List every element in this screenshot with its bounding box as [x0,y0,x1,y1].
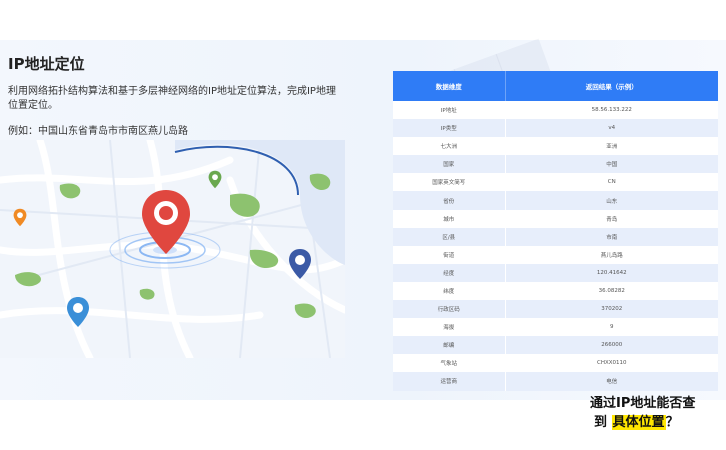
page-title: IP地址定位 [8,55,85,73]
table-row: 区/县 市南 [393,227,718,246]
value-cell: 亚洲 [505,137,718,156]
ip-result-table: 数据维度 返回结果（示例） IP地址 58.56.133.222 IP类型 v4 七… [393,71,718,391]
field-cell: 区/县 [393,227,506,246]
value-cell: v4 [505,119,718,138]
location-pin-orange-icon [13,208,27,227]
field-cell: 街道 [393,245,506,264]
field-cell: 行政区码 [393,300,506,319]
location-pin-navy-icon [289,249,311,279]
field-cell: 海拔 [393,318,506,337]
field-cell: 经度 [393,263,506,282]
value-cell: 青岛 [505,209,718,228]
value-cell: 36.08282 [505,281,718,301]
value-cell: 120.41642 [505,263,718,282]
value-cell: 山东 [505,191,718,210]
column-header: 返回结果（示例） [505,71,718,101]
table-row: 邮编 266000 [393,336,718,355]
value-cell: 266000 [505,336,718,355]
caption-prefix: 到 [594,415,608,430]
table-row: IP地址 58.56.133.222 [393,101,718,120]
caption-suffix: ？ [665,415,679,430]
table-row: 气象站 CHXX0110 [393,354,718,373]
table-row: 经度 120.41642 [393,263,718,282]
field-cell: 城市 [393,209,506,228]
table-row: 七大洲 亚洲 [393,137,718,156]
location-pin-green-icon [208,170,222,189]
table-header-row: 数据维度 返回结果（示例） [393,71,718,101]
value-cell: 电信 [505,372,718,391]
table-row: 纬度 36.08282 [393,281,718,301]
example-text: 例如：中国山东省青岛市市南区燕儿岛路 [8,126,188,137]
table-row: 城市 青岛 [393,209,718,228]
value-cell: CHXX0110 [505,354,718,373]
field-cell: 纬度 [393,281,506,301]
value-cell: 9 [505,318,718,337]
table-row: 街道 燕儿岛路 [393,245,718,264]
map-illustration [0,140,345,358]
table-row: IP类型 v4 [393,119,718,138]
table-row: 海拔 9 [393,318,718,337]
field-cell: IP类型 [393,119,506,138]
location-pin-main-icon [142,190,190,254]
column-header: 数据维度 [393,71,506,101]
caption-line-2: 到 具体位置？ [590,413,720,432]
field-cell: 气象站 [393,354,506,373]
table-row: 运营商 电信 [393,372,718,391]
value-cell: CN [505,173,718,192]
value-cell: 中国 [505,155,718,174]
field-cell: 国家英文简写 [393,173,506,192]
field-cell: 邮编 [393,336,506,355]
field-cell: 省份 [393,191,506,210]
value-cell: 370202 [505,300,718,319]
location-pin-blue-icon [67,297,89,327]
value-cell: 燕儿岛路 [505,245,718,264]
table-row: 行政区码 370202 [393,300,718,319]
field-cell: 国家 [393,155,506,174]
table-row: 国家 中国 [393,155,718,174]
caption-line-1: 通过IP地址能否查 [590,396,696,411]
caption-highlight: 具体位置 [611,415,666,430]
table-row: 国家英文简写 CN [393,173,718,192]
field-cell: IP地址 [393,101,506,120]
field-cell: 七大洲 [393,137,506,156]
table-row: 省份 山东 [393,191,718,210]
value-cell: 市南 [505,227,718,246]
caption-question: 通过IP地址能否查 到 具体位置？ [590,394,720,432]
field-cell: 运营商 [393,372,506,391]
value-cell: 58.56.133.222 [505,101,718,120]
description-text: 利用网络拓扑结构算法和基于多层神经网络的IP地址定位算法，完成IP地理位置定位。 [8,86,336,111]
